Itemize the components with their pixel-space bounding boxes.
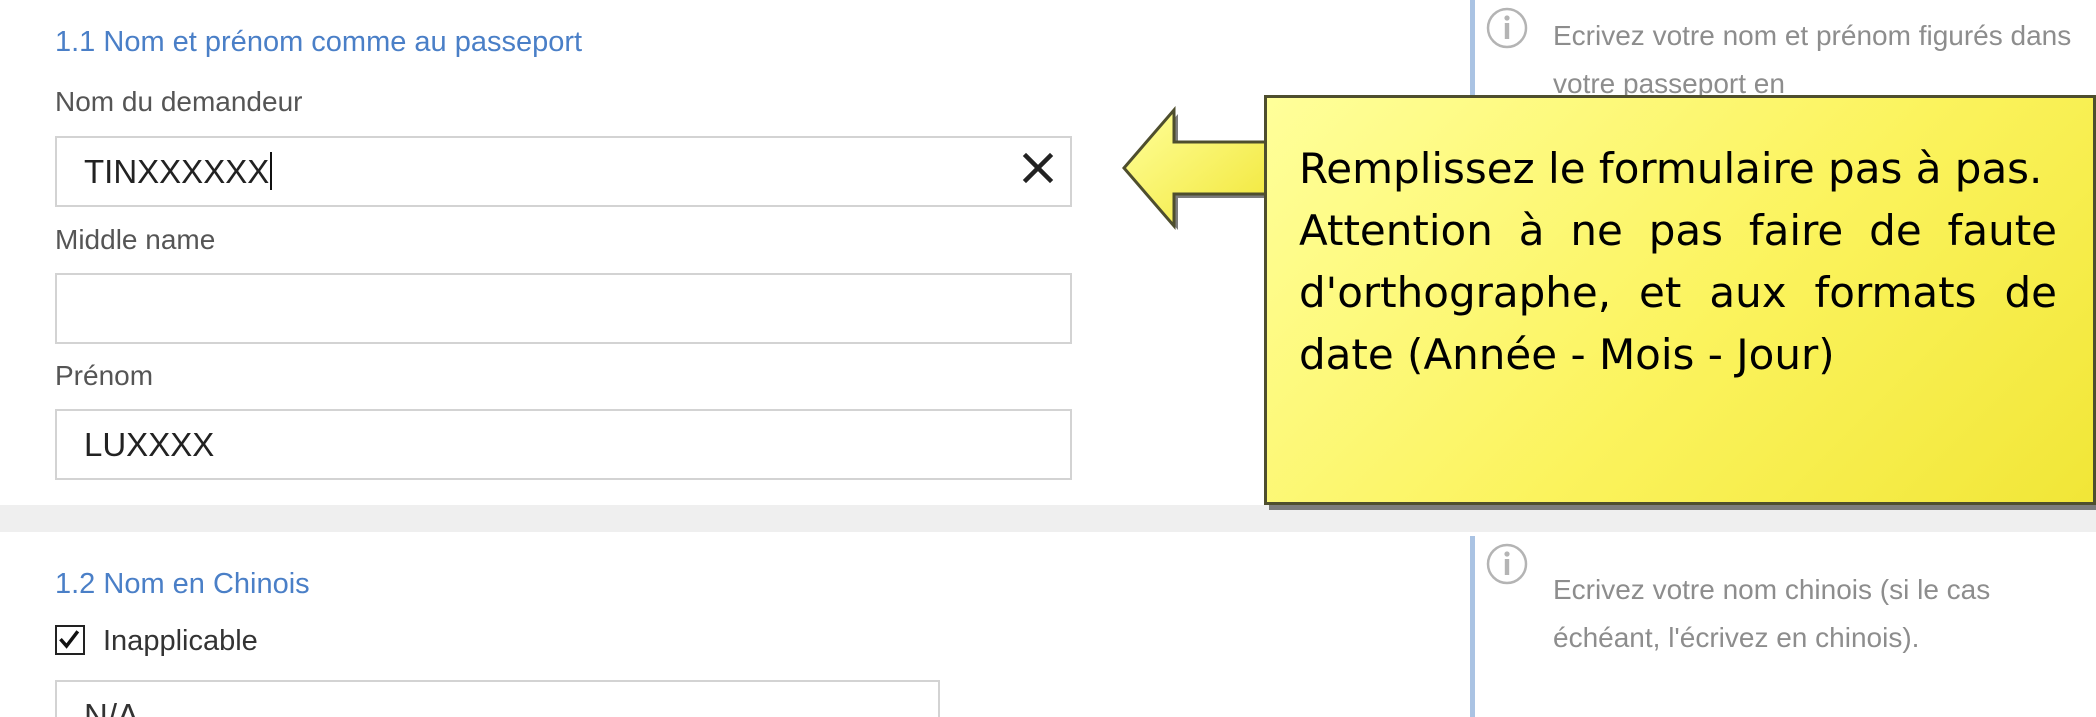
section-title: 1.2 Nom en Chinois: [55, 568, 310, 600]
text-caret: [270, 152, 273, 191]
help-text: Ecrivez votre nom chinois (si le cas éch…: [1553, 574, 1991, 653]
help-panel: Ecrivez votre nom chinois (si le cas éch…: [1470, 536, 2096, 717]
surname-label: Nom du demandeur: [55, 86, 303, 117]
section-title: 1.1 Nom et prénom comme au passeport: [55, 26, 583, 58]
callout-line-1: Remplissez le formulaire pas à pas.: [1299, 144, 2043, 193]
given-name-label: Prénom: [55, 360, 154, 391]
inapplicable-label: Inapplicable: [103, 625, 258, 657]
surname-value: TINXXXXXX: [84, 153, 270, 190]
chinese-name-input[interactable]: N/A: [55, 680, 940, 717]
info-icon: [1486, 7, 1528, 49]
callout-text: Remplissez le formulaire pas à pas. Atte…: [1299, 138, 2057, 386]
callout-arrow-icon: [1122, 105, 1268, 231]
middle-name-input[interactable]: [55, 273, 1072, 344]
middle-name-label: Middle name: [55, 224, 216, 255]
info-icon: [1486, 543, 1528, 585]
checkmark-icon: [59, 630, 80, 649]
callout-line-2: Attention à ne pas faire de faute d'orth…: [1299, 206, 2057, 379]
surname-input[interactable]: TINXXXXXX: [55, 136, 1072, 207]
close-icon[interactable]: [1018, 148, 1058, 188]
instruction-callout: Remplissez le formulaire pas à pas. Atte…: [1264, 95, 2096, 505]
section-chinese-name: 1.2 Nom en Chinois N/A Ecrivez votre nom…: [0, 532, 2096, 717]
help-text: Ecrivez votre nom et prénom figurés dans…: [1553, 20, 2072, 99]
inapplicable-checkbox[interactable]: [55, 625, 85, 655]
visa-form-page: 1.1 Nom et prénom comme au passeport Nom…: [0, 0, 2096, 717]
given-name-input[interactable]: LUXXXX: [55, 409, 1072, 480]
